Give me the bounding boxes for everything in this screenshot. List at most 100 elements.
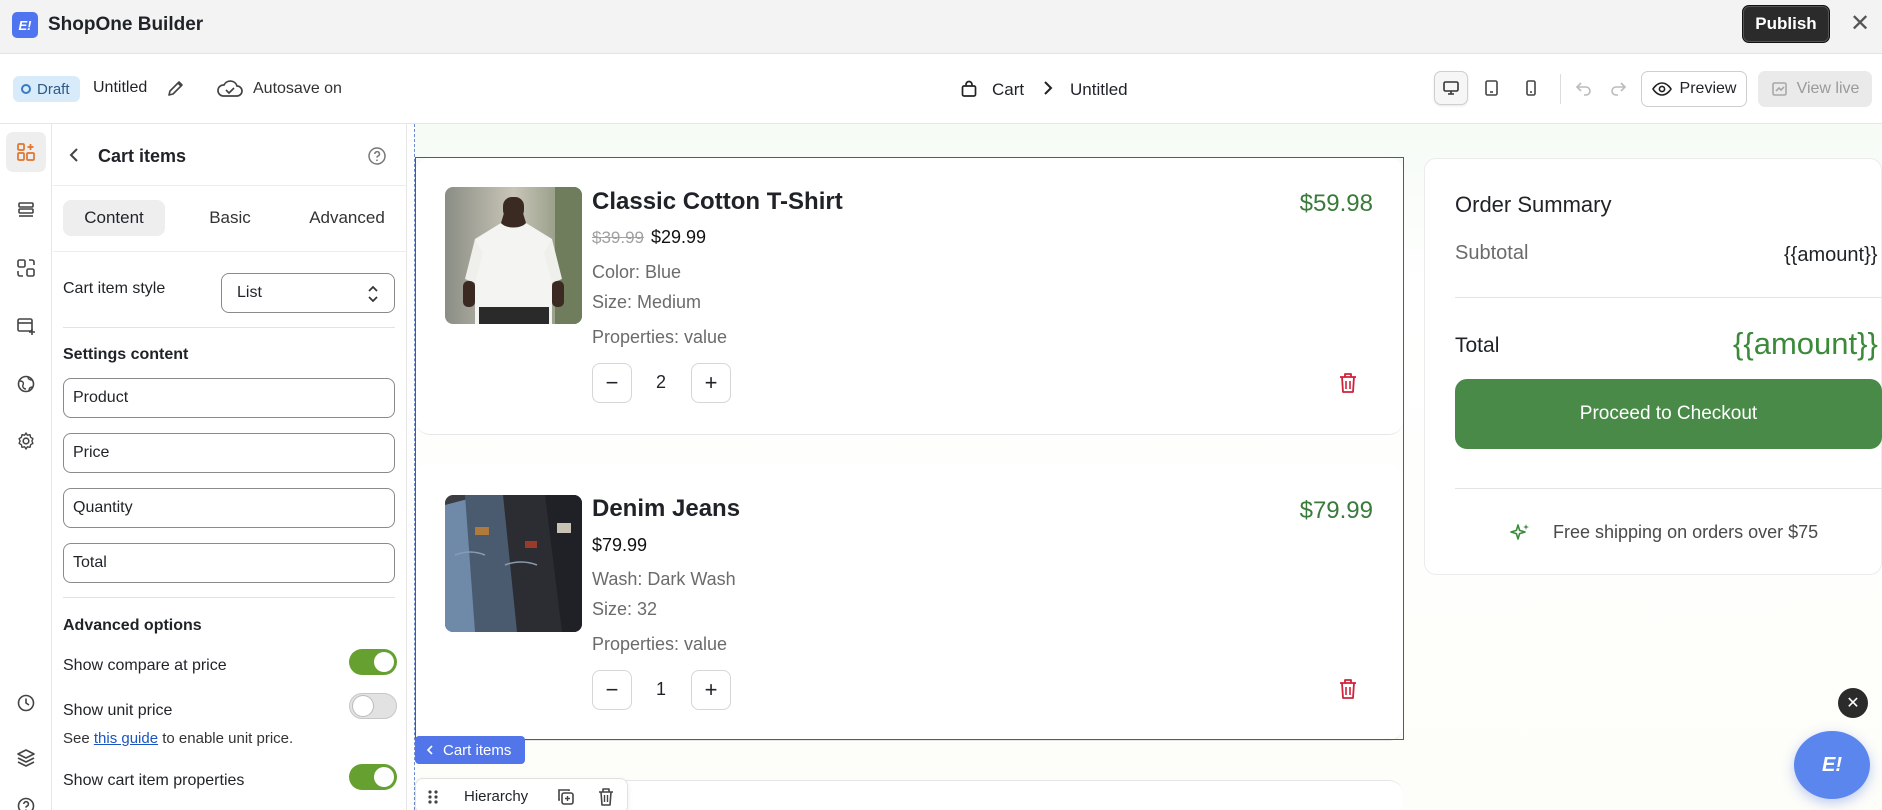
divider — [63, 327, 395, 328]
cloud-check-icon — [217, 80, 243, 97]
redo-icon[interactable] — [1608, 78, 1628, 98]
tablet-view-button[interactable] — [1474, 71, 1508, 105]
chevron-right-icon — [1044, 81, 1053, 95]
rail-settings-button[interactable] — [6, 421, 46, 461]
chat-logo-text: E! — [1822, 753, 1842, 776]
field-quantity[interactable]: Quantity — [63, 488, 395, 528]
toggle-knob — [374, 652, 394, 672]
tab-basic[interactable]: Basic — [183, 200, 277, 236]
chevron-left-icon[interactable] — [65, 145, 85, 165]
view-live-button[interactable]: View live — [1758, 71, 1872, 107]
field-price[interactable]: Price — [63, 433, 395, 473]
history-icon — [17, 694, 35, 712]
total-label: Total — [1455, 334, 1500, 357]
advanced-options-title: Advanced options — [63, 617, 202, 634]
gear-icon — [18, 432, 34, 450]
logo-text: E! — [18, 17, 32, 33]
help-icon — [17, 797, 35, 810]
settings-content-title: Settings content — [63, 346, 189, 363]
chevron-left-icon — [426, 745, 433, 755]
layers-icon — [17, 749, 35, 767]
mobile-view-button[interactable] — [1514, 71, 1548, 105]
hierarchy-button[interactable]: Hierarchy — [464, 788, 528, 805]
sparkle-icon — [1510, 524, 1529, 540]
panel-tabs: Content Basic Advanced — [53, 186, 407, 252]
divider — [1455, 488, 1882, 489]
free-shipping-note: Free shipping on orders over $75 — [1553, 522, 1819, 542]
delete-icon[interactable] — [597, 787, 615, 807]
selected-element-tag[interactable]: Cart items — [415, 736, 525, 764]
templates-icon — [17, 259, 35, 277]
elements-icon — [17, 143, 35, 161]
status-dot-icon — [21, 84, 31, 94]
total-value: {{amount}} — [1733, 326, 1878, 361]
preview-button[interactable]: Preview — [1641, 71, 1747, 107]
rail-help-button[interactable] — [6, 786, 46, 810]
sections-icon — [18, 202, 34, 217]
desktop-view-button[interactable] — [1434, 71, 1468, 105]
chat-launcher-button[interactable]: E! — [1794, 731, 1870, 799]
subtotal-value: {{amount}} — [1784, 244, 1878, 266]
status-badge: Draft — [13, 76, 80, 102]
divider — [1455, 297, 1882, 298]
breadcrumb-page[interactable]: Untitled — [1070, 80, 1128, 100]
status-text: Draft — [37, 80, 70, 98]
proceed-to-checkout-button[interactable]: Proceed to Checkout — [1455, 379, 1882, 449]
add-page-icon — [17, 318, 35, 335]
mobile-icon — [1526, 80, 1536, 96]
close-icon[interactable]: ✕ — [1848, 12, 1872, 36]
cart-item-style-value: List — [237, 284, 262, 301]
rail-templates-button[interactable] — [6, 248, 46, 288]
rail-sections-button[interactable] — [6, 190, 46, 230]
order-summary-title: Order Summary — [1455, 192, 1612, 217]
cart-item-style-select[interactable]: List — [221, 273, 395, 313]
rail-elements-button[interactable] — [6, 132, 46, 172]
panel-header: Cart items — [53, 124, 407, 186]
this-guide-link[interactable]: this guide — [94, 730, 158, 747]
show-compare-price-toggle[interactable] — [349, 649, 397, 675]
field-product[interactable]: Product — [63, 378, 395, 418]
show-unit-price-toggle[interactable] — [349, 693, 397, 719]
left-rail — [0, 124, 52, 810]
top-bar: E! ShopOne Builder Publish ✕ — [0, 0, 1882, 54]
hierarchy-toolbar: Hierarchy — [415, 778, 628, 810]
drag-handle-icon[interactable] — [426, 788, 440, 806]
note-prefix: See — [63, 730, 94, 747]
duplicate-icon[interactable] — [556, 787, 576, 807]
rail-history-button[interactable] — [6, 683, 46, 723]
help-circle-icon[interactable] — [367, 146, 387, 166]
preview-label: Preview — [1679, 80, 1737, 97]
page-name: Untitled — [93, 79, 148, 96]
tablet-icon — [1485, 80, 1498, 96]
field-total[interactable]: Total — [63, 543, 395, 583]
eye-icon — [1651, 82, 1672, 96]
desktop-icon — [1443, 81, 1459, 95]
settings-panel: Cart items Content Basic Advanced Cart i… — [53, 124, 407, 810]
rail-add-page-button[interactable] — [6, 306, 46, 346]
globe-icon — [17, 375, 35, 393]
rail-layers-button[interactable] — [6, 738, 46, 778]
app-title: ShopOne Builder — [48, 14, 204, 35]
app-logo: E! — [12, 12, 38, 38]
undo-icon[interactable] — [1574, 78, 1594, 98]
tab-content[interactable]: Content — [63, 200, 165, 236]
autosave-status: Autosave on — [253, 80, 342, 97]
show-compare-price-label: Show compare at price — [63, 657, 227, 674]
tab-advanced[interactable]: Advanced — [291, 200, 403, 236]
pencil-icon[interactable] — [166, 78, 186, 98]
close-chat-icon[interactable]: ✕ — [1838, 688, 1868, 718]
breadcrumb-cart[interactable]: Cart — [992, 80, 1024, 100]
external-page-icon — [1771, 82, 1787, 96]
toggle-knob — [353, 696, 373, 716]
selection-outline — [415, 157, 1404, 740]
show-unit-price-label: Show unit price — [63, 702, 173, 719]
publish-button[interactable]: Publish — [1742, 5, 1830, 43]
view-live-label: View live — [1796, 80, 1860, 97]
note-suffix: to enable unit price. — [158, 730, 294, 747]
unit-price-note: See this guide to enable unit price. — [63, 730, 293, 747]
show-cart-item-properties-toggle[interactable] — [349, 764, 397, 790]
subtotal-label: Subtotal — [1455, 242, 1529, 264]
rail-globe-button[interactable] — [6, 364, 46, 404]
chevron-updown-icon — [368, 285, 378, 303]
divider — [63, 597, 395, 598]
